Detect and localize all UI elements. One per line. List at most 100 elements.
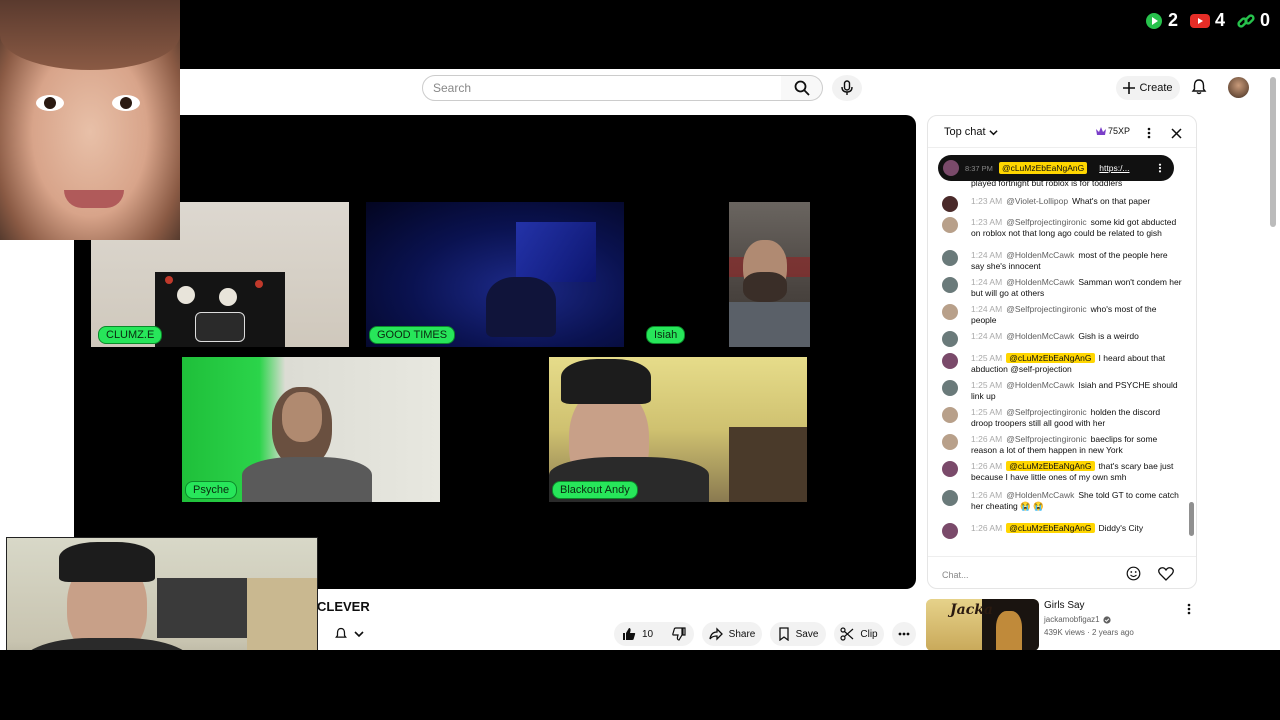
- heart-button[interactable]: [1158, 566, 1174, 586]
- chat-avatar[interactable]: [942, 380, 958, 396]
- chat-author[interactable]: @HoldenMcCawk: [1006, 250, 1074, 260]
- chat-timestamp: 1:26 AM: [971, 523, 1003, 533]
- participant-tile-blackout-andy: Blackout Andy: [549, 357, 807, 502]
- share-button[interactable]: Share: [702, 622, 762, 646]
- participant-tile-psyche: Psyche: [182, 357, 440, 502]
- close-chat-button[interactable]: [1171, 126, 1182, 144]
- chat-author[interactable]: @Selfprojectingironic: [1006, 217, 1086, 227]
- subscribe-bell-button[interactable]: [325, 622, 373, 646]
- chat-author[interactable]: @Selfprojectingironic: [1006, 304, 1086, 314]
- webcam-overlay-face: [0, 0, 180, 240]
- chat-author[interactable]: @cLuMzEbEaNgAnG: [1006, 353, 1095, 363]
- chevron-down-icon: [988, 129, 998, 135]
- chat-author[interactable]: @Selfprojectingironic: [1006, 407, 1086, 417]
- chat-avatar[interactable]: [942, 490, 958, 506]
- chat-avatar[interactable]: [942, 250, 958, 266]
- chat-message[interactable]: 1:26 AM @cLuMzEbEaNgAnG Diddy's City: [942, 523, 1182, 539]
- chat-author[interactable]: @cLuMzEbEaNgAnG: [1006, 523, 1095, 533]
- recommended-video-title[interactable]: Girls Say: [1044, 600, 1085, 611]
- chat-avatar[interactable]: [942, 196, 958, 212]
- more-actions-button[interactable]: [892, 622, 916, 646]
- chat-avatar[interactable]: [942, 304, 958, 320]
- chat-timestamp: 1:25 AM: [971, 380, 1003, 390]
- microphone-icon: [841, 80, 853, 95]
- screen: 2 4 0 Search Create CLUMZ.E GOOD TIMES I…: [0, 0, 1280, 720]
- dislike-button[interactable]: [664, 622, 694, 646]
- participant-label-clumze: CLUMZ.E: [98, 326, 163, 344]
- chat-message[interactable]: played fortnight but roblox is for toddl…: [942, 178, 1182, 189]
- chat-message[interactable]: 1:25 AM @Selfprojectingironic holden the d…: [942, 407, 1182, 429]
- video-player[interactable]: CLUMZ.E GOOD TIMES Isiah Psyche Blackout…: [74, 115, 916, 589]
- chat-avatar[interactable]: [942, 434, 958, 450]
- recommended-video-thumbnail[interactable]: Jacka: [926, 599, 1039, 650]
- chat-message-body: 1:24 AM @HoldenMcCawk Samman won't condem …: [971, 277, 1182, 299]
- tapestry: [155, 272, 285, 347]
- participant-tile-isiah: [729, 202, 810, 347]
- chat-message-body: 1:23 AM @Selfprojectingironic some kid got…: [971, 217, 1182, 239]
- chat-message[interactable]: 1:25 AM @HoldenMcCawk Isiah and PSYCHE sho…: [942, 380, 1182, 402]
- chat-author[interactable]: @HoldenMcCawk: [1006, 277, 1074, 287]
- search-button[interactable]: [781, 75, 823, 101]
- clip-button[interactable]: Clip: [834, 622, 884, 646]
- page-scrollbar[interactable]: [1270, 77, 1276, 227]
- bottom-black-bar: [0, 650, 1280, 720]
- more-vertical-icon: [1187, 603, 1191, 615]
- chat-menu-button[interactable]: [1147, 126, 1151, 144]
- chat-message[interactable]: 1:26 AM @Selfprojectingironic baeclips for…: [942, 434, 1182, 456]
- chat-timestamp: 1:26 AM: [971, 434, 1003, 444]
- chat-message-body: 1:26 AM @cLuMzEbEaNgAnG that's scary bae j…: [971, 461, 1182, 483]
- chat-author[interactable]: @HoldenMcCawk: [1006, 380, 1074, 390]
- recommended-video-menu[interactable]: [1187, 602, 1191, 620]
- chat-message-body: 1:26 AM @cLuMzEbEaNgAnG Diddy's City: [971, 523, 1182, 534]
- chat-text: Diddy's City: [1098, 523, 1144, 533]
- chat-message-body: 1:26 AM @Selfprojectingironic baeclips for…: [971, 434, 1182, 456]
- chat-message[interactable]: 1:24 AM @HoldenMcCawk Samman won't condem …: [942, 277, 1182, 299]
- chat-avatar[interactable]: [942, 331, 958, 347]
- create-button[interactable]: Create: [1116, 76, 1180, 100]
- chat-timestamp: 1:24 AM: [971, 277, 1003, 287]
- chat-scrollbar[interactable]: [1189, 502, 1194, 536]
- chat-avatar[interactable]: [942, 461, 958, 477]
- emoji-button[interactable]: [1126, 566, 1141, 586]
- chat-message[interactable]: 1:26 AM @cLuMzEbEaNgAnG that's scary bae j…: [942, 461, 1182, 483]
- youtube-icon: [1189, 13, 1210, 28]
- chat-mode-dropdown[interactable]: Top chat: [944, 126, 998, 138]
- voice-search-button[interactable]: [832, 75, 862, 101]
- chat-avatar[interactable]: [942, 277, 958, 293]
- search-input[interactable]: Search: [422, 75, 782, 101]
- chat-input[interactable]: Chat...: [942, 565, 1122, 585]
- chat-avatar[interactable]: [942, 217, 958, 233]
- chevron-down-icon: [354, 631, 364, 638]
- chat-author[interactable]: @HoldenMcCawk: [1006, 490, 1074, 500]
- chat-author[interactable]: @Violet-Lollipop: [1006, 196, 1068, 206]
- chat-message[interactable]: 1:26 AM @HoldenMcCawk She told GT to come …: [942, 490, 1182, 512]
- like-count: 10: [642, 628, 654, 640]
- notifications-button[interactable]: [1190, 78, 1208, 101]
- account-avatar[interactable]: [1228, 77, 1249, 98]
- save-button[interactable]: Save: [770, 622, 826, 646]
- like-button[interactable]: 10: [614, 622, 664, 646]
- more-vertical-icon: [1147, 127, 1151, 139]
- chat-author[interactable]: @Selfprojectingironic: [1006, 434, 1086, 444]
- chat-avatar[interactable]: [942, 353, 958, 369]
- chat-message[interactable]: 1:23 AM @Violet-Lollipop What's on that pa…: [942, 196, 1182, 212]
- chat-message[interactable]: 1:23 AM @Selfprojectingironic some kid got…: [942, 217, 1182, 239]
- chat-avatar[interactable]: [942, 523, 958, 539]
- create-label: Create: [1139, 82, 1173, 94]
- more-vertical-icon[interactable]: [1158, 163, 1162, 173]
- chat-timestamp: 1:24 AM: [971, 250, 1003, 260]
- crown-icon: [1096, 127, 1106, 135]
- xp-badge[interactable]: 75XP: [1096, 126, 1130, 136]
- chat-avatar[interactable]: [942, 407, 958, 423]
- chat-author[interactable]: @cLuMzEbEaNgAnG: [1006, 461, 1095, 471]
- live-chat: Top chat 75XP 8:37 PM @cLuMzEbEaNgAnG ht…: [927, 115, 1197, 589]
- chat-message[interactable]: 1:24 AM @HoldenMcCawk Gish is a weirdo: [942, 331, 1182, 347]
- chat-message[interactable]: 1:24 AM @Selfprojectingironic who's most o…: [942, 304, 1182, 326]
- chat-message[interactable]: 1:25 AM @cLuMzEbEaNgAnG I heard about that…: [942, 353, 1182, 375]
- thumbnail-logo-text: Jacka: [950, 602, 993, 618]
- save-label: Save: [795, 628, 819, 640]
- pinned-link[interactable]: https:/...: [1099, 163, 1129, 173]
- recommended-video-channel[interactable]: jackamobfigaz1: [1044, 615, 1111, 624]
- chat-author[interactable]: @HoldenMcCawk: [1006, 331, 1074, 341]
- chat-message[interactable]: 1:24 AM @HoldenMcCawk most of the people h…: [942, 250, 1182, 272]
